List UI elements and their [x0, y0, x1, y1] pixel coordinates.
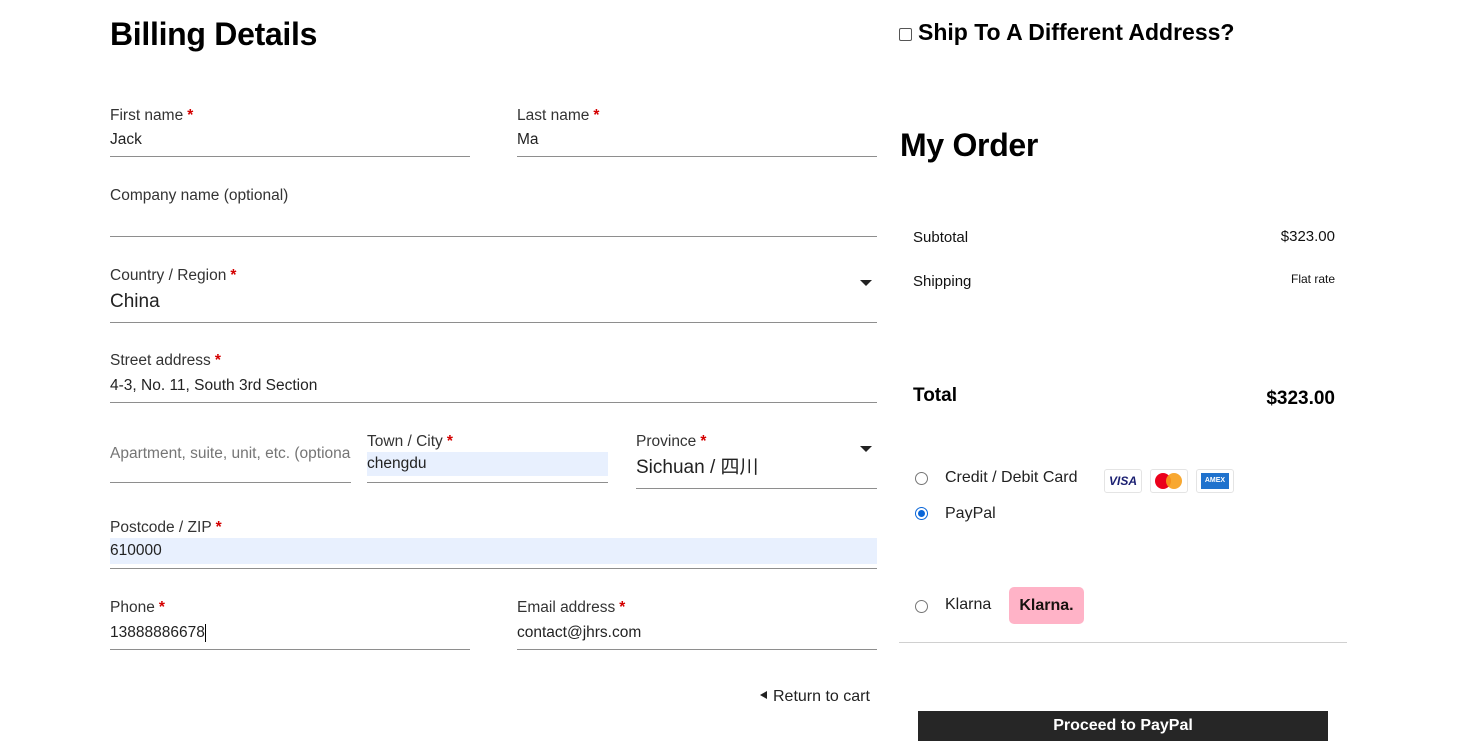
return-to-cart-link[interactable]: Return to cart	[760, 688, 870, 706]
phone-input[interactable]	[110, 622, 470, 644]
company-label: Company name (optional)	[110, 187, 289, 204]
amex-text: AMEX	[1201, 473, 1229, 489]
back-arrow-icon	[760, 691, 767, 699]
ship-different-checkbox[interactable]	[899, 28, 912, 41]
province-select[interactable]: Province * Sichuan / 四川	[636, 432, 877, 489]
required-mark: *	[619, 599, 626, 616]
city-label: Town / City *	[367, 433, 453, 451]
required-mark: *	[187, 107, 194, 124]
country-label-text: Country / Region	[110, 267, 227, 284]
province-label-text: Province	[636, 433, 697, 450]
total-value: $323.00	[1266, 388, 1335, 409]
postcode-label-text: Postcode / ZIP	[110, 519, 212, 536]
required-mark: *	[593, 107, 600, 124]
country-label: Country / Region *	[110, 267, 236, 285]
street-label: Street address *	[110, 352, 221, 370]
required-mark: *	[214, 352, 221, 369]
required-mark: *	[215, 519, 222, 536]
email-input[interactable]	[517, 622, 877, 644]
card-radio[interactable]	[915, 472, 928, 485]
country-select[interactable]: Country / Region * China	[110, 266, 877, 323]
return-to-cart-label: Return to cart	[773, 688, 870, 705]
required-mark: *	[230, 267, 237, 284]
apartment-input[interactable]	[110, 443, 351, 465]
province-value: Sichuan / 四川	[636, 457, 759, 478]
required-mark: *	[700, 433, 707, 450]
proceed-to-paypal-button[interactable]: Proceed to PayPal	[918, 711, 1328, 741]
phone-field: Phone *	[110, 598, 470, 650]
email-field: Email address *	[517, 598, 877, 650]
subtotal-value: $323.00	[1280, 228, 1335, 245]
amex-icon: AMEX	[1196, 469, 1234, 493]
chevron-down-icon	[860, 446, 872, 452]
postcode-label: Postcode / ZIP *	[110, 519, 222, 537]
mastercard-icon	[1150, 469, 1188, 493]
klarna-logo: Klarna.	[1009, 587, 1084, 624]
first-name-label: First name *	[110, 107, 193, 125]
first-name-field: First name *	[110, 106, 470, 157]
klarna-label[interactable]: Klarna	[945, 596, 991, 614]
billing-title: Billing Details	[110, 16, 318, 52]
street-input[interactable]	[110, 375, 877, 397]
order-title: My Order	[900, 127, 1039, 163]
city-label-text: Town / City	[367, 433, 443, 450]
divider	[899, 642, 1347, 643]
card-label[interactable]: Credit / Debit Card	[945, 469, 1078, 487]
chevron-down-icon	[860, 280, 872, 286]
shipping-value: Flat rate	[1290, 272, 1335, 286]
paypal-radio[interactable]	[915, 507, 928, 520]
phone-label-text: Phone	[110, 599, 155, 616]
phone-label: Phone *	[110, 599, 165, 617]
last-name-label: Last name *	[517, 107, 599, 125]
first-name-input[interactable]	[110, 129, 470, 151]
street-field: Street address *	[110, 351, 877, 403]
paypal-label[interactable]: PayPal	[945, 505, 996, 523]
city-field: Town / City *	[367, 432, 608, 483]
first-name-label-text: First name	[110, 107, 184, 124]
street-label-text: Street address	[110, 352, 211, 369]
ship-different-label[interactable]: Ship To A Different Address?	[918, 19, 1234, 46]
total-label: Total	[913, 385, 957, 406]
company-input[interactable]	[110, 209, 877, 231]
visa-logo: VISA	[1104, 469, 1142, 493]
text-cursor	[205, 624, 206, 642]
last-name-input[interactable]	[517, 129, 877, 151]
last-name-label-text: Last name	[517, 107, 590, 124]
email-label: Email address *	[517, 599, 625, 617]
company-field: Company name (optional)	[110, 186, 877, 237]
email-label-text: Email address	[517, 599, 616, 616]
klarna-radio[interactable]	[915, 600, 928, 613]
required-mark: *	[446, 433, 453, 450]
apartment-field	[110, 432, 351, 483]
subtotal-label: Subtotal	[913, 229, 969, 246]
city-input[interactable]	[367, 452, 608, 476]
postcode-input[interactable]	[110, 538, 877, 564]
last-name-field: Last name *	[517, 106, 877, 157]
postcode-field: Postcode / ZIP *	[110, 518, 877, 569]
province-label: Province *	[636, 433, 706, 451]
country-value: China	[110, 291, 160, 312]
required-mark: *	[158, 599, 165, 616]
shipping-label: Shipping	[913, 273, 972, 290]
